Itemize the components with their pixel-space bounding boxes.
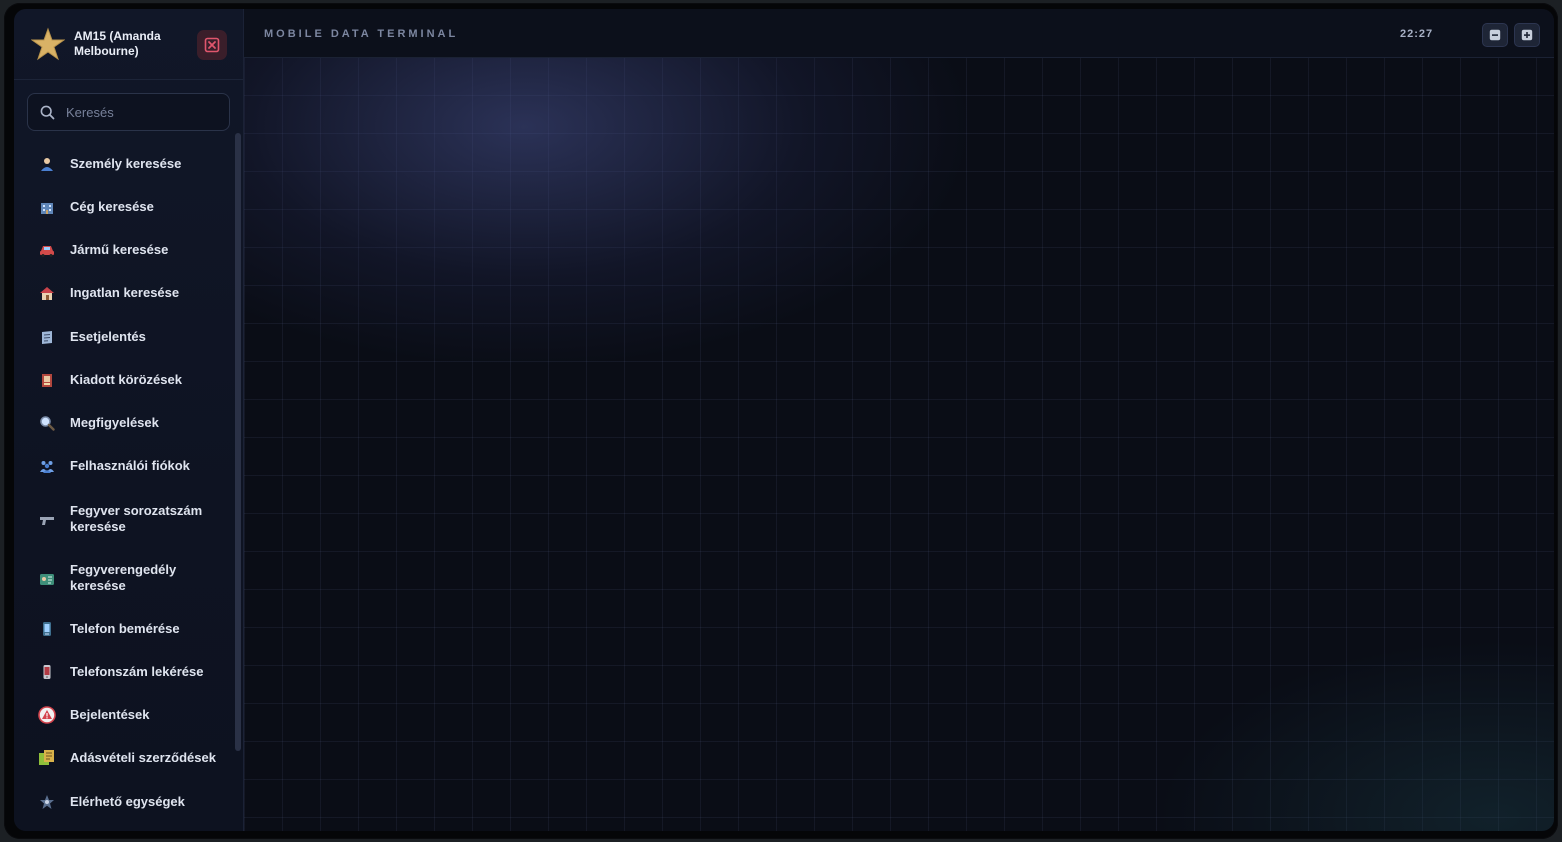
contract-icon: [38, 749, 56, 767]
wanted-poster-icon: [38, 371, 56, 389]
license-icon: [38, 570, 56, 588]
tablet-bezel: AM15 (Amanda Melbourne) Keresés Személy …: [4, 3, 1558, 839]
nav-item-available-units[interactable]: Elérhető egységek: [14, 787, 236, 817]
sidebar-header: AM15 (Amanda Melbourne): [14, 9, 243, 80]
nav-label: Kiadott körözések: [70, 372, 182, 387]
nav-label: Elérhető egységek: [70, 794, 185, 809]
grid-background: [244, 57, 1554, 831]
nav-item-company-search[interactable]: Cég keresése: [14, 192, 236, 222]
nav-label: Fegyverengedély keresése: [70, 562, 177, 593]
car-icon: [38, 241, 56, 259]
close-icon: [204, 37, 220, 53]
mobile-phone-icon: [38, 663, 56, 681]
nav-item-gun-license-search[interactable]: Fegyverengedély keresése: [14, 560, 236, 598]
terminal-topbar: MOBILE DATA TERMINAL 22:27: [244, 9, 1554, 58]
nav-label: Bejelentések: [70, 707, 150, 722]
terminal-title: MOBILE DATA TERMINAL: [264, 28, 459, 40]
close-button[interactable]: [197, 30, 227, 60]
nav-label: Megfigyelések: [70, 415, 159, 430]
warning-icon: [38, 706, 56, 724]
nav-item-property-search[interactable]: Ingatlan keresése: [14, 278, 236, 308]
nav-item-phone-trace[interactable]: Telefon bemérése: [14, 614, 236, 644]
nav-label: Adásvételi szerződések: [70, 750, 216, 765]
gun-icon: [38, 511, 56, 529]
nav-label: Jármű keresése: [70, 242, 169, 257]
nav-item-surveillance[interactable]: Megfigyelések: [14, 408, 236, 438]
nav-label: Telefonszám lekérése: [70, 664, 204, 679]
star-badge-icon: [31, 27, 65, 61]
nav-item-reports[interactable]: Bejelentések: [14, 700, 236, 730]
users-icon: [38, 457, 56, 475]
sidebar: AM15 (Amanda Melbourne) Keresés Személy …: [14, 9, 244, 831]
nav-item-warrants[interactable]: Kiadott körözések: [14, 365, 236, 395]
nav-item-sales-contracts[interactable]: Adásvételi szerződések: [14, 743, 236, 773]
nav-label: Ingatlan keresése: [70, 285, 180, 300]
nav-label: Személy keresése: [70, 156, 182, 171]
nav-item-person-search[interactable]: Személy keresése: [14, 149, 236, 179]
nav-item-vehicle-search[interactable]: Jármű keresése: [14, 235, 236, 265]
device-frame: AM15 (Amanda Melbourne) Keresés Személy …: [0, 0, 1562, 842]
nav-item-incident-report[interactable]: Esetjelentés: [14, 322, 236, 352]
magnifier-icon: [38, 414, 56, 432]
nav-label: Telefon bemérése: [70, 621, 180, 636]
person-icon: [38, 155, 56, 173]
nav-item-phone-number-lookup[interactable]: Telefonszám lekérése: [14, 657, 236, 687]
nav-item-user-accounts[interactable]: Felhasználói fiókok: [14, 451, 236, 481]
minimize-button[interactable]: [1482, 23, 1508, 47]
mdt-screen: AM15 (Amanda Melbourne) Keresés Személy …: [14, 9, 1554, 831]
user-name: AM15 (Amanda Melbourne): [74, 29, 161, 58]
search-input[interactable]: [64, 94, 228, 130]
nav-label: Fegyver sorozatszám keresése: [70, 503, 203, 534]
clock: 22:27: [1400, 28, 1434, 40]
maximize-button[interactable]: [1514, 23, 1540, 47]
sidebar-scrollbar[interactable]: [235, 133, 241, 751]
nav-item-gun-serial-search[interactable]: Fegyver sorozatszám keresése: [14, 501, 236, 539]
nav-label: Cég keresése: [70, 199, 154, 214]
phone-tower-icon: [38, 620, 56, 638]
nav-label: Esetjelentés: [70, 329, 146, 344]
notepad-icon: [38, 328, 56, 346]
search-icon: [40, 105, 55, 120]
units-icon: [38, 793, 56, 811]
nav-label: Felhasználói fiókok: [70, 458, 190, 473]
search-box: [27, 93, 230, 131]
house-icon: [38, 284, 56, 302]
nav-menu: Személy keresése Cég keresése Jármű kere…: [14, 137, 236, 831]
building-icon: [38, 198, 56, 216]
main-panel: MOBILE DATA TERMINAL 22:27: [244, 9, 1554, 831]
minimize-icon: [1489, 29, 1501, 41]
maximize-icon: [1521, 29, 1533, 41]
